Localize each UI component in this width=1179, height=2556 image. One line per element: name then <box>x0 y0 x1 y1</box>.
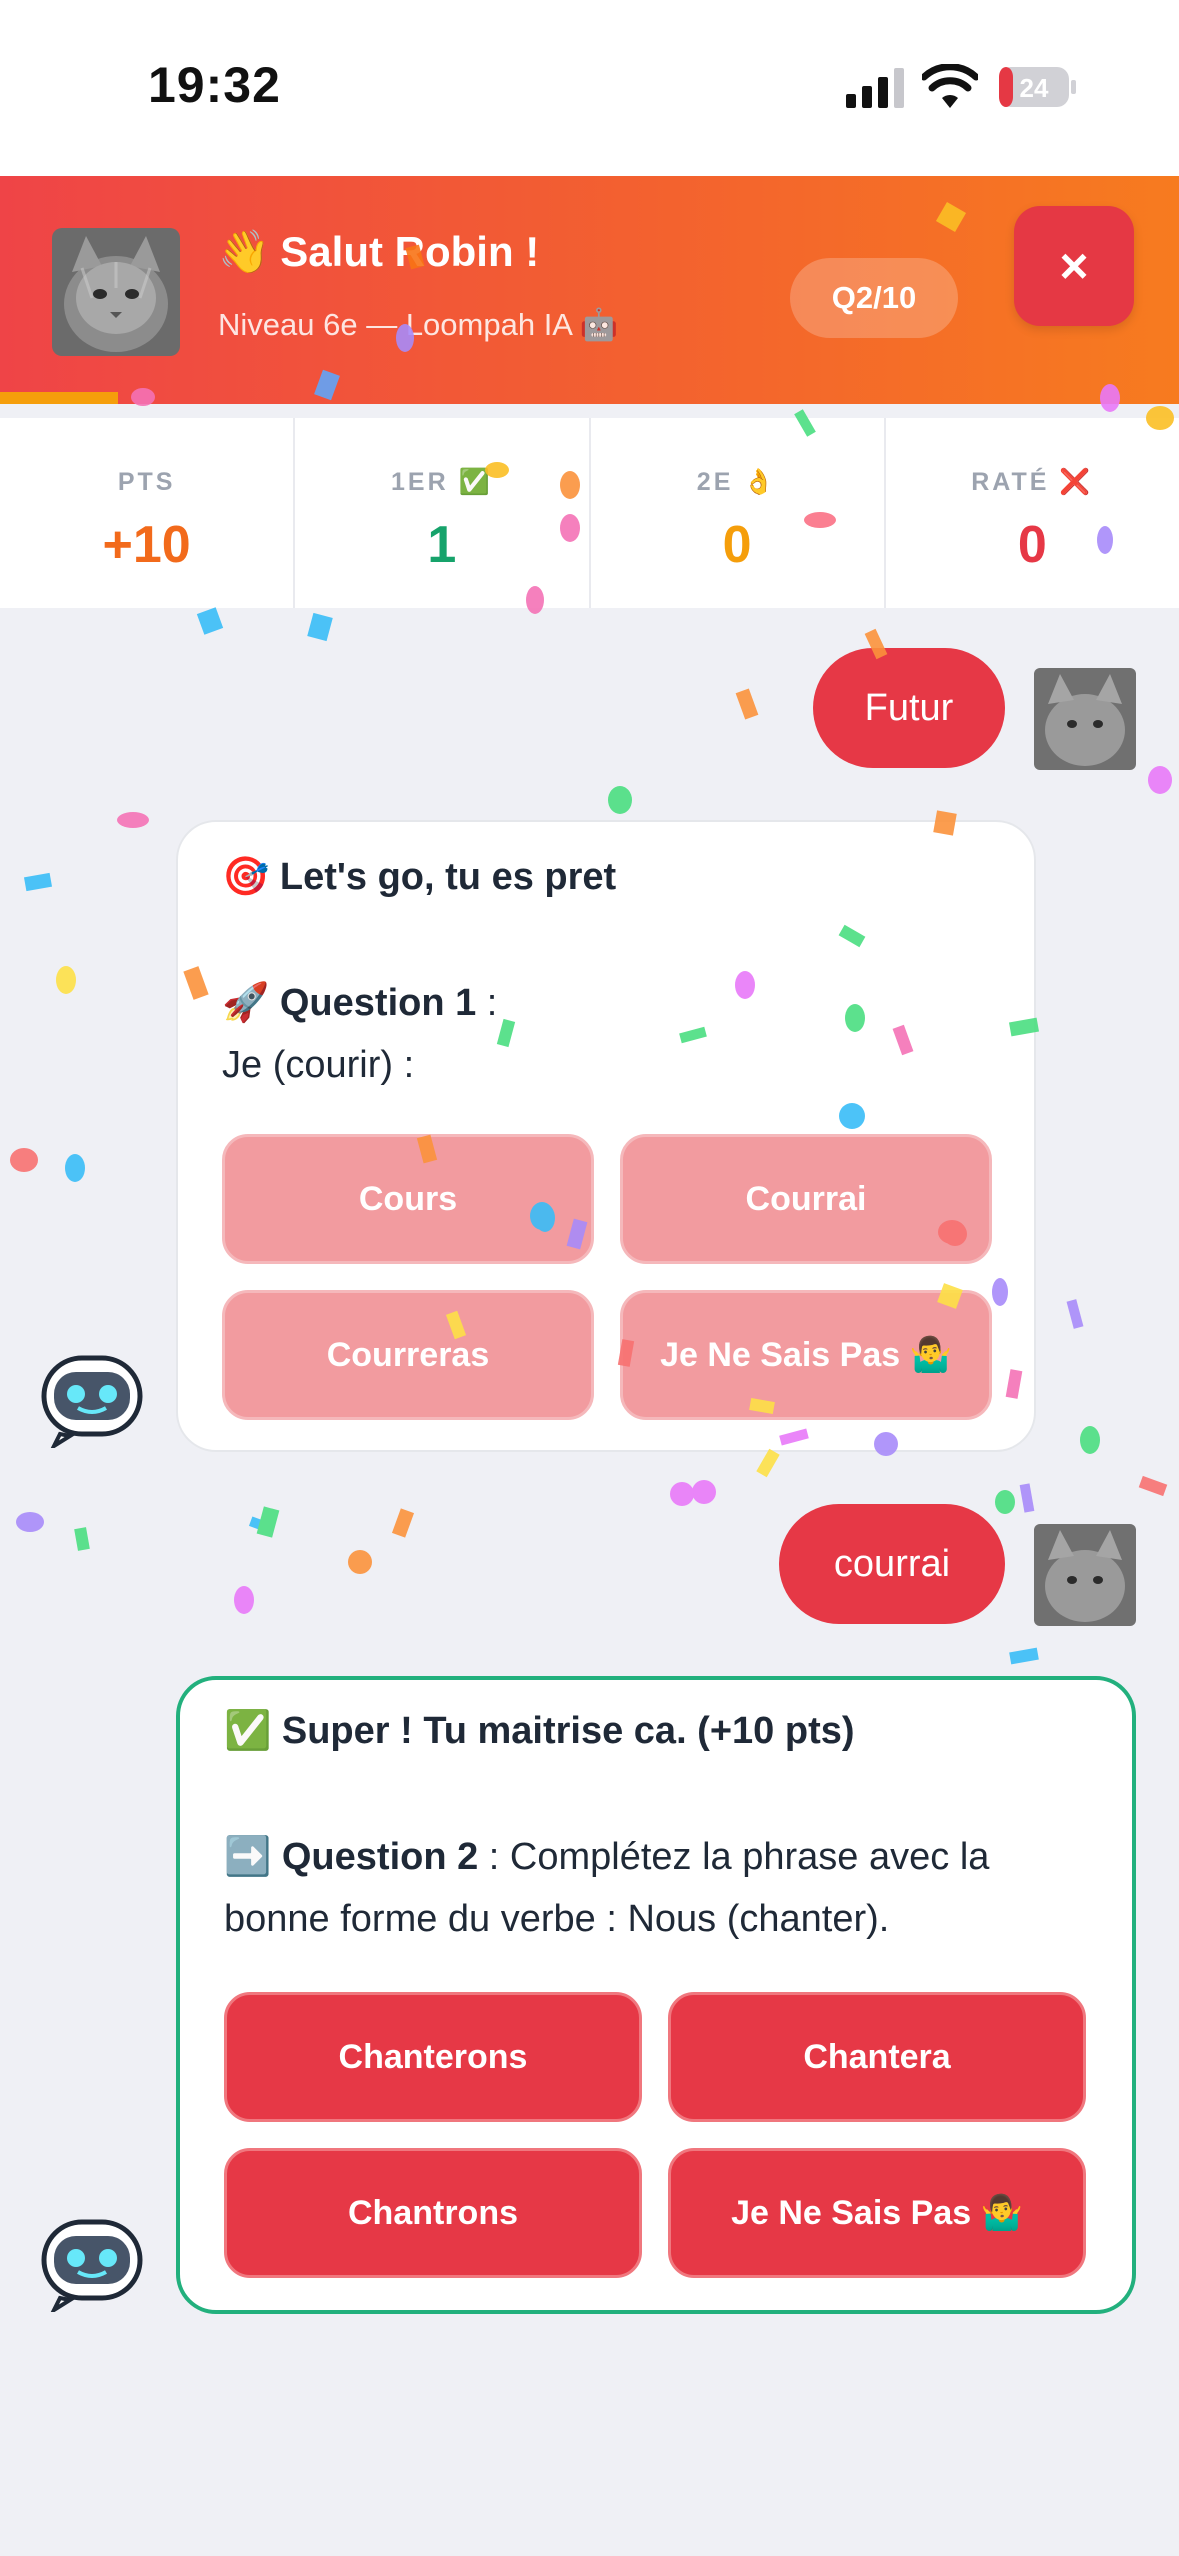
stat-first-try: 1ER ✅ 1 <box>295 418 591 608</box>
answer-option[interactable]: Courrai <box>620 1134 992 1264</box>
close-button[interactable]: × <box>1014 206 1134 326</box>
robot-icon <box>41 1355 143 1448</box>
cat-photo-avatar <box>52 228 180 356</box>
stat-label: 2E 👌 <box>696 468 778 496</box>
status-bar: 19:32 24 <box>0 0 1179 176</box>
stat-missed: RATÉ ❌ 0 <box>886 418 1179 608</box>
question-counter-badge: Q2/10 <box>790 258 958 338</box>
stat-second-try: 2E 👌 0 <box>591 418 886 608</box>
bot-message-card-q1: 🎯 Let's go, tu es pret 🚀 Question 1 : Je… <box>176 820 1036 1452</box>
answer-option[interactable]: Chantrons <box>224 2148 642 2278</box>
stat-value: +10 <box>102 516 191 574</box>
answer-option-dont-know[interactable]: Je Ne Sais Pas 🤷‍♂️ <box>668 2148 1086 2278</box>
user-avatar[interactable] <box>52 228 180 356</box>
quiz-progress-bar <box>0 392 118 404</box>
question-1-text: Je (courir) : <box>222 1044 415 1086</box>
greeting-title: 👋 Salut Robin ! <box>218 228 540 275</box>
user-avatar-small <box>1034 1524 1136 1626</box>
answer-option-dont-know[interactable]: Je Ne Sais Pas 🤷‍♂️ <box>620 1290 992 1420</box>
cellular-signal-icon <box>846 68 904 108</box>
stat-value: 1 <box>427 516 457 574</box>
stat-label: 1ER ✅ <box>391 468 493 496</box>
score-stats: PTS +10 1ER ✅ 1 2E 👌 0 RATÉ ❌ 0 <box>0 418 1179 608</box>
answer-option[interactable]: Chanterons <box>224 1992 642 2122</box>
question-1-label: 🚀 Question 1 : <box>222 982 498 1024</box>
user-message-bubble: Futur <box>813 648 1005 768</box>
bot-message-card-q2: ✅ Super ! Tu maitrise ca. (+10 pts) ➡️ Q… <box>176 1676 1136 2314</box>
wifi-icon <box>922 64 978 108</box>
feedback-text: ✅ Super ! Tu maitrise ca. (+10 pts) <box>224 1710 855 1752</box>
clock: 19:32 <box>148 57 281 113</box>
answer-option[interactable]: Cours <box>222 1134 594 1264</box>
robot-icon <box>41 2219 143 2312</box>
quiz-header: 👋 Salut Robin ! Niveau 6e — Loompah IA 🤖 … <box>0 176 1179 404</box>
bot-intro-text: 🎯 Let's go, tu es pret <box>222 856 617 898</box>
stat-value: 0 <box>722 516 752 574</box>
question-2-text: ➡️ Question 2 : Complétez la phrase avec… <box>224 1836 990 1878</box>
svg-text:24: 24 <box>1020 73 1049 103</box>
stat-label: PTS <box>117 468 176 496</box>
user-message-bubble: courrai <box>779 1504 1005 1624</box>
answer-option[interactable]: Courreras <box>222 1290 594 1420</box>
question-2-text-cont: bonne forme du verbe : Nous (chanter). <box>224 1898 890 1940</box>
user-avatar-small <box>1034 668 1136 770</box>
stat-points: PTS +10 <box>0 418 296 608</box>
battery-icon: 24 <box>999 67 1076 107</box>
answer-option[interactable]: Chantera <box>668 1992 1086 2122</box>
level-subtitle: Niveau 6e — Loompah IA 🤖 <box>218 307 619 342</box>
stat-value: 0 <box>1017 516 1047 574</box>
waving-hand-icon: 👋 <box>218 228 271 275</box>
stat-label: RATÉ ❌ <box>971 468 1094 496</box>
